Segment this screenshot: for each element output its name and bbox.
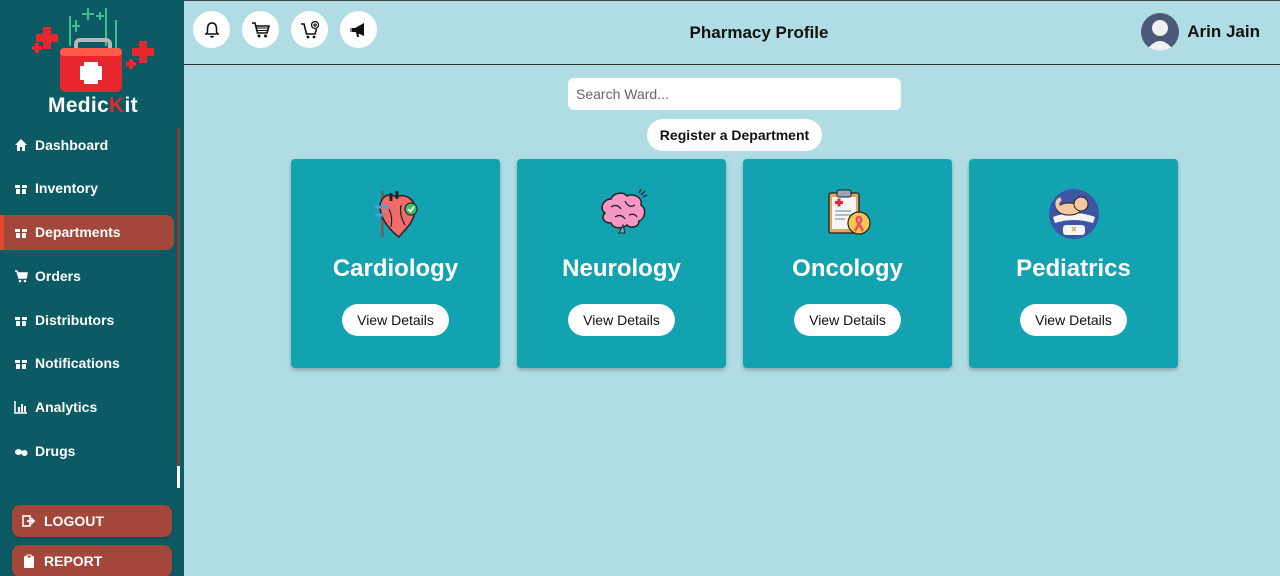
user-name: Arin Jain <box>1187 22 1260 41</box>
avatar[interactable] <box>1141 13 1180 51</box>
sidebar-scrollbar-track[interactable] <box>177 128 180 488</box>
view-details-button[interactable]: View Details <box>794 304 901 336</box>
sidebar-item-label: Notifications <box>35 355 120 372</box>
department-card-oncology: Oncology View Details <box>743 159 952 368</box>
view-details-button[interactable]: View Details <box>1020 304 1127 336</box>
heart-icon <box>375 191 418 239</box>
medickit-logo[interactable]: MedicKit <box>28 6 158 118</box>
sidebar-item-label: Orders <box>35 267 81 284</box>
cart-icon <box>15 270 28 283</box>
sidebar-scrollbar-thumb[interactable] <box>177 466 180 488</box>
logo-text: MedicKit <box>48 94 138 117</box>
sidebar-item-drugs[interactable]: Drugs <box>0 434 184 469</box>
sidebar-item-label: Distributors <box>35 311 115 328</box>
card-title: Oncology <box>792 255 903 282</box>
sidebar-item-label: Dashboard <box>35 136 109 153</box>
home-icon <box>15 138 27 151</box>
sidebar-item-analytics[interactable]: Analytics <box>0 390 184 425</box>
sidebar-item-departments[interactable]: Departments <box>0 214 174 250</box>
user-menu[interactable]: Arin Jain <box>1141 13 1260 51</box>
report-button[interactable]: REPORT <box>12 545 172 576</box>
first-aid-kit-icon <box>32 8 154 92</box>
sidebar-item-orders[interactable]: Orders <box>0 258 184 293</box>
view-details-button[interactable]: View Details <box>342 304 449 336</box>
card-title: Pediatrics <box>1016 255 1131 282</box>
clipboard-icon <box>24 554 34 568</box>
chart-icon <box>14 401 27 415</box>
sidebar-item-distributors[interactable]: Distributors <box>0 302 184 337</box>
top-bar: Pharmacy Profile Arin Jain <box>184 0 1280 65</box>
sidebar: MedicKit Dashboard Inventory Departments… <box>0 0 184 576</box>
page-title: Pharmacy Profile <box>689 23 829 42</box>
gift-icon <box>15 229 27 239</box>
sidebar-item-label: Drugs <box>35 443 76 460</box>
search-ward-input[interactable] <box>568 78 901 110</box>
sidebar-item-dashboard[interactable]: Dashboard <box>0 127 184 162</box>
logout-icon <box>22 515 36 527</box>
user-avatar-icon <box>1146 20 1175 51</box>
card-title: Neurology <box>562 255 681 282</box>
pills-icon <box>15 449 28 457</box>
register-department-button[interactable]: Register a Department <box>647 119 822 151</box>
gift-icon <box>15 360 27 370</box>
sidebar-item-notifications[interactable]: Notifications <box>0 346 184 381</box>
card-title: Cardiology <box>332 255 459 282</box>
clipboard-ribbon-icon <box>828 189 871 235</box>
department-card-cardiology: Cardiology View Details <box>291 159 500 368</box>
gift-icon <box>15 316 27 326</box>
view-details-button[interactable]: View Details <box>568 304 675 336</box>
sidebar-nav: Dashboard Inventory Departments Orders D… <box>0 124 184 477</box>
logout-button[interactable]: LOGOUT <box>12 505 172 537</box>
sidebar-item-label: Inventory <box>35 180 99 197</box>
department-card-pediatrics: Pediatrics View Details <box>969 159 1178 368</box>
sidebar-item-label: Analytics <box>35 399 98 416</box>
gift-icon <box>15 185 27 195</box>
logout-label: LOGOUT <box>44 513 104 529</box>
sidebar-item-label: Departments <box>35 224 121 241</box>
report-label: REPORT <box>44 553 103 569</box>
department-card-neurology: Neurology View Details <box>517 159 726 368</box>
sidebar-item-inventory[interactable]: Inventory <box>0 171 184 206</box>
brain-icon <box>601 188 648 234</box>
baby-icon <box>1049 189 1099 239</box>
